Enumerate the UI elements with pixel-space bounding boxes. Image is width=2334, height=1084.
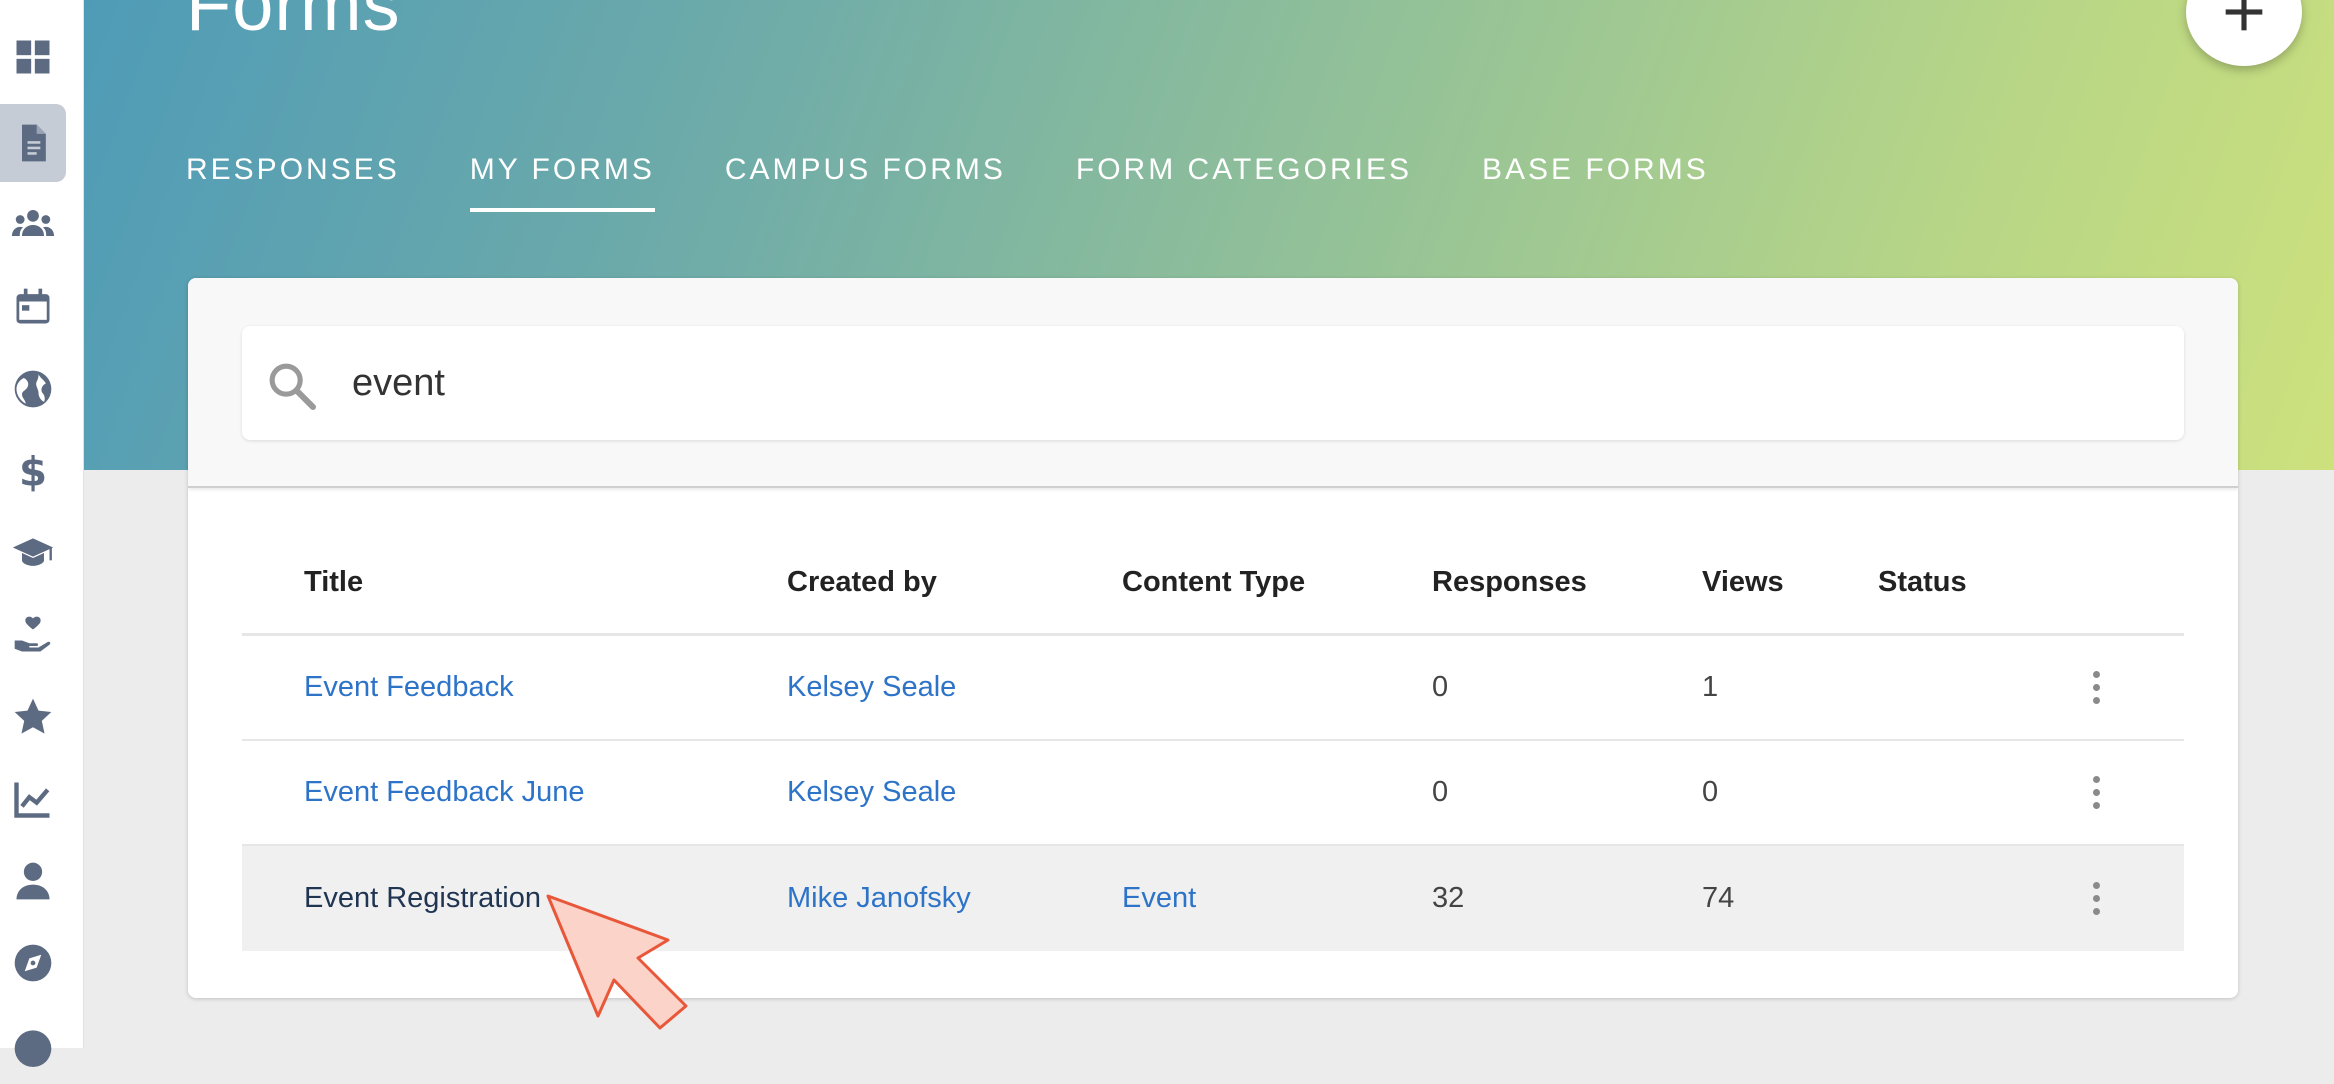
document-icon [22,124,46,162]
more-vert-icon [2092,776,2100,809]
column-header-views[interactable]: Views [1702,532,1784,633]
chart-icon [14,782,50,818]
creator-link[interactable]: Kelsey Seale [787,776,956,809]
sidebar-item-more[interactable] [0,1006,66,1084]
tab-campus-forms[interactable]: CAMPUS FORMS [725,144,1006,216]
views-count: 0 [1702,776,1719,808]
cursor-arrow-icon [546,894,688,1030]
sidebar-item-calendar[interactable] [0,268,66,346]
sidebar-item-finance[interactable]: $ [0,432,66,510]
responses-count: 0 [1432,776,1449,808]
compass-icon [14,944,52,982]
more-vert-icon [2092,671,2100,704]
forms-card: Title Created by Content Type Responses … [188,278,2238,998]
svg-text:$: $ [19,449,47,493]
search-input[interactable] [352,348,2132,418]
responses-count: 0 [1432,671,1449,703]
column-header-content-type[interactable]: Content Type [1122,532,1305,633]
calendar-icon [16,288,50,324]
views-count: 1 [1702,671,1719,703]
row-menu-button[interactable] [2076,741,2116,844]
sidebar-item-education[interactable] [0,514,66,592]
person-icon [16,862,50,900]
row-menu-button[interactable] [2076,846,2116,951]
sidebar-item-analytics[interactable] [0,760,66,838]
globe-icon [14,370,52,408]
sidebar-item-volunteer[interactable] [0,596,66,674]
search-icon [269,363,317,411]
row-menu-button[interactable] [2076,636,2116,739]
form-title-link[interactable]: Event Feedback June [304,776,585,809]
forms-table: Title Created by Content Type Responses … [242,532,2184,951]
creator-link[interactable]: Mike Janofsky [787,882,971,915]
dashboard-icon [16,40,50,74]
sidebar-item-explore[interactable] [0,924,66,1002]
tab-responses[interactable]: RESPONSES [186,144,400,216]
table-row[interactable]: Event Feedback June Kelsey Seale 0 0 [242,741,2184,846]
column-header-created-by[interactable]: Created by [787,532,937,633]
tab-base-forms[interactable]: BASE FORMS [1482,144,1709,216]
graduation-cap-icon [12,538,54,566]
badge-icon [14,1030,52,1067]
column-header-title[interactable]: Title [304,532,363,633]
column-header-status[interactable]: Status [1878,532,1967,633]
search-area [188,278,2238,488]
sidebar-item-favorites[interactable] [0,678,66,756]
sidebar-item-groups[interactable] [0,186,66,264]
hand-heart-icon [14,616,51,652]
groups-icon [11,209,55,236]
sidebar: $ [0,0,84,1067]
form-title-link[interactable]: Event Registration [304,882,541,915]
table-row[interactable]: Event Feedback Kelsey Seale 0 1 [242,636,2184,741]
form-title-link[interactable]: Event Feedback [304,671,514,704]
star-icon [14,698,52,734]
plus-icon [2225,0,2263,31]
more-vert-icon [2092,882,2100,915]
views-count: 74 [1702,882,1735,914]
content-type-link[interactable]: Event [1122,882,1196,915]
sidebar-item-forms[interactable] [0,104,66,182]
column-header-responses[interactable]: Responses [1432,532,1587,633]
tab-my-forms[interactable]: MY FORMS [469,144,655,216]
table-row[interactable]: Event Registration Mike Janofsky Event 3… [242,846,2184,951]
creator-link[interactable]: Kelsey Seale [787,671,956,704]
forms-tabs: RESPONSES MY FORMS CAMPUS FORMS FORM CAT… [186,144,1779,216]
table-header: Title Created by Content Type Responses … [242,532,2184,636]
tab-form-categories[interactable]: FORM CATEGORIES [1076,144,1412,216]
page-title: Forms [186,0,401,46]
dollar-icon: $ [19,449,47,493]
responses-count: 32 [1432,882,1465,914]
sidebar-item-dashboard[interactable] [0,18,66,96]
sidebar-item-profile[interactable] [0,842,66,920]
sidebar-item-globe[interactable] [0,350,66,428]
search-box[interactable] [242,326,2184,440]
